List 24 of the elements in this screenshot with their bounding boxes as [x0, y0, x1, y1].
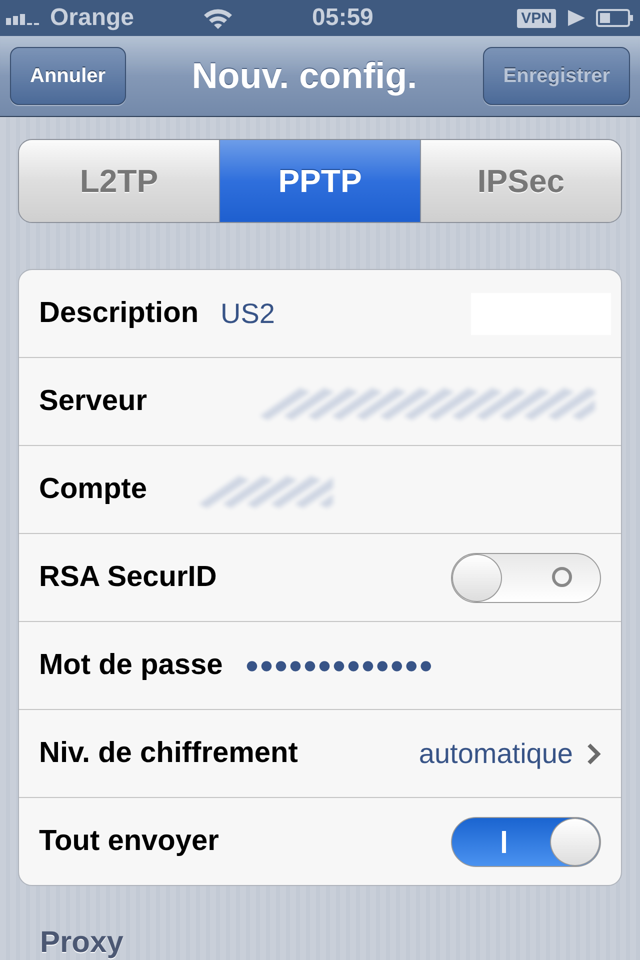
- status-time: 05:59: [312, 4, 374, 32]
- encryption-value: automatique: [418, 738, 573, 770]
- row-label: Niv. de chiffrement: [39, 737, 298, 770]
- play-icon: [566, 8, 586, 28]
- window-title: Nouv. config.: [192, 55, 418, 98]
- description-value: US2: [220, 298, 275, 330]
- row-label: Serveur: [39, 385, 148, 418]
- vpn-badge: VPN: [517, 8, 556, 28]
- cancel-button[interactable]: Annuler: [10, 47, 126, 106]
- row-label: RSA SecurID: [39, 561, 217, 594]
- row-label: Mot de passe: [39, 649, 223, 682]
- row-label: Compte: [39, 473, 147, 506]
- battery-icon: [596, 8, 634, 28]
- password-value: ●●●●●●●●●●●●●: [244, 652, 434, 680]
- section-header: Proxy: [40, 926, 124, 960]
- segment-tab[interactable]: IPSec: [421, 140, 621, 222]
- segment-tab[interactable]: PPTP: [220, 140, 421, 222]
- toggle-switch[interactable]: [451, 816, 601, 866]
- chevron-icon: [587, 742, 601, 764]
- toggle-switch[interactable]: [451, 552, 601, 602]
- row-label: Description: [39, 297, 199, 330]
- segment-tab[interactable]: L2TP: [19, 140, 220, 222]
- carrier-name: Orange: [50, 4, 134, 32]
- row-label: Tout envoyer: [39, 825, 219, 858]
